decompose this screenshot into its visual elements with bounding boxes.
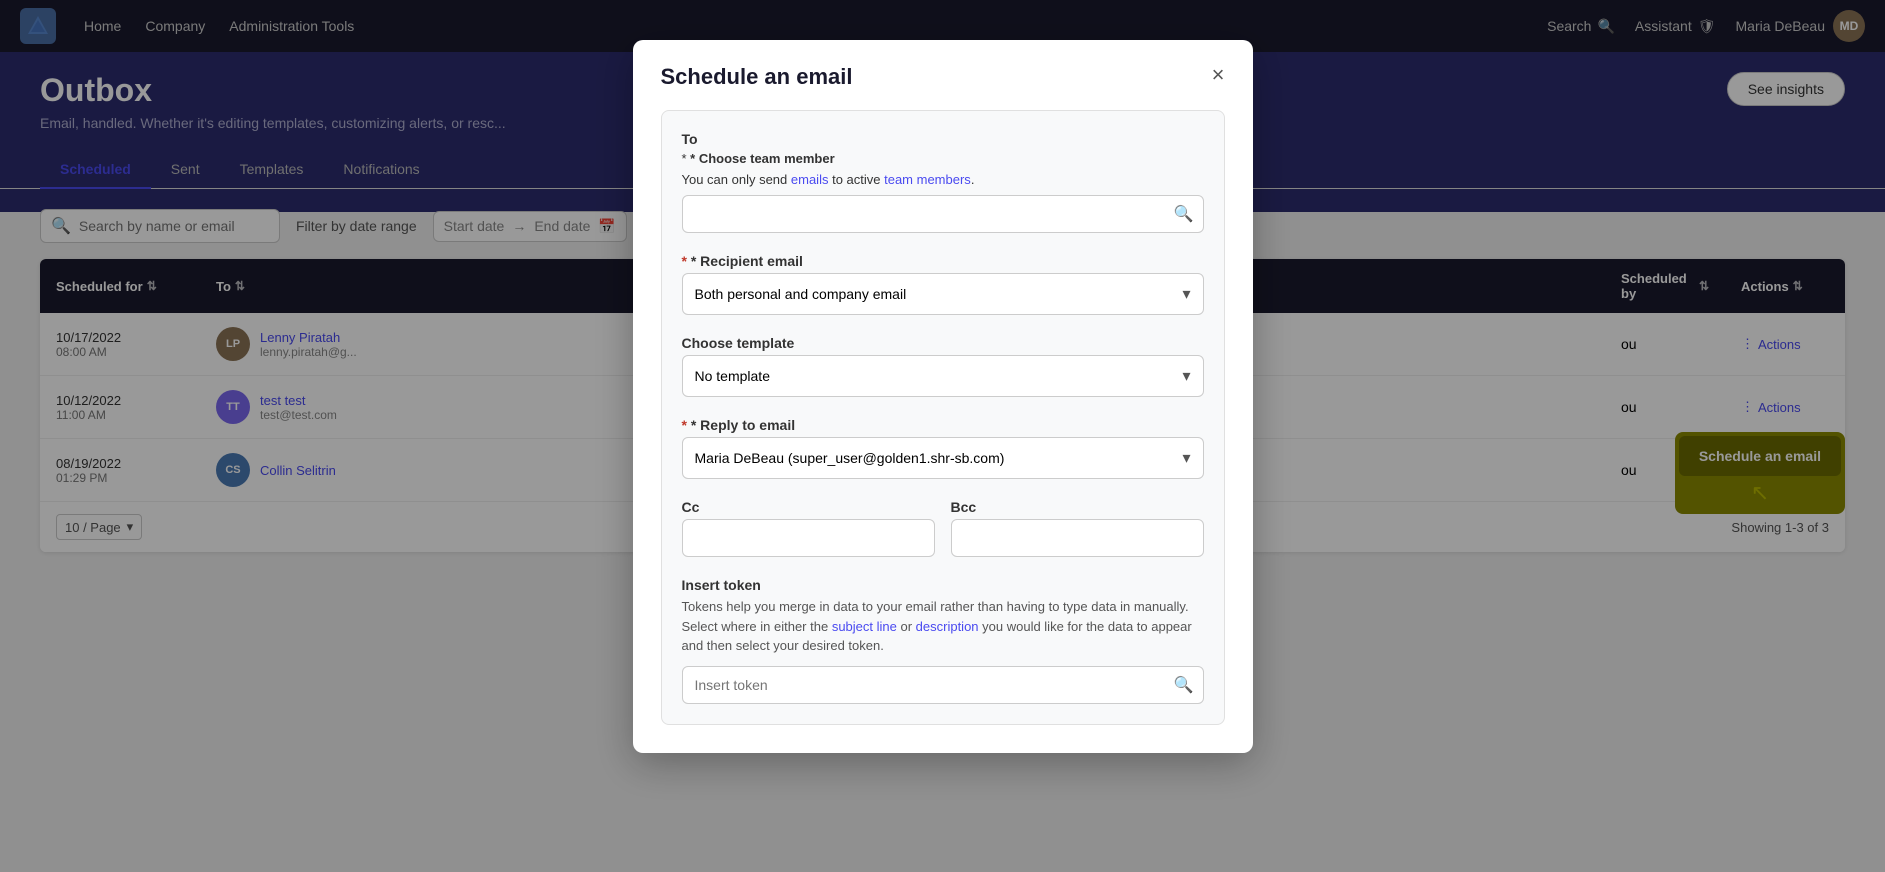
required-marker: * bbox=[682, 417, 691, 433]
chevron-down-icon: ▾ bbox=[1182, 448, 1190, 468]
insert-token-title: Insert token bbox=[682, 577, 1204, 593]
dropdown-row: No template ▾ bbox=[695, 366, 1191, 386]
bcc-input[interactable] bbox=[951, 519, 1204, 557]
dropdown-row: Maria DeBeau (super_user@golden1.shr-sb.… bbox=[695, 448, 1191, 468]
recipient-email-section: * * Recipient email Both personal and co… bbox=[682, 253, 1204, 315]
modal-overlay[interactable]: Schedule an email × To * * Choose team m… bbox=[0, 0, 1885, 872]
modal-body: To * * Choose team member You can only s… bbox=[633, 90, 1253, 753]
insert-token-input-wrapper: 🔍 bbox=[682, 666, 1204, 704]
recipient-email-label: * * Recipient email bbox=[682, 253, 1204, 269]
team-member-input-wrapper: 🔍 bbox=[682, 195, 1204, 233]
template-value: No template bbox=[695, 368, 770, 384]
modal-form-box: To * * Choose team member You can only s… bbox=[661, 110, 1225, 725]
cc-section: Cc bbox=[682, 499, 935, 557]
to-label: To bbox=[682, 131, 1204, 147]
subject-line-link[interactable]: subject line bbox=[832, 619, 897, 634]
chevron-down-icon: ▾ bbox=[1182, 284, 1190, 304]
modal-header: Schedule an email × bbox=[633, 40, 1253, 90]
cc-label: Cc bbox=[682, 499, 935, 515]
team-member-note: You can only send emails to active team … bbox=[682, 172, 1204, 187]
search-icon: 🔍 bbox=[1174, 675, 1194, 695]
bcc-section: Bcc bbox=[951, 499, 1204, 557]
recipient-email-value: Both personal and company email bbox=[695, 286, 907, 302]
team-member-input[interactable] bbox=[682, 195, 1204, 233]
cc-input[interactable] bbox=[682, 519, 935, 557]
required-marker: * bbox=[682, 253, 691, 269]
modal-title: Schedule an email bbox=[661, 64, 853, 90]
schedule-email-modal: Schedule an email × To * * Choose team m… bbox=[633, 40, 1253, 753]
reply-to-label: * * Reply to email bbox=[682, 417, 1204, 433]
reply-to-select[interactable]: Maria DeBeau (super_user@golden1.shr-sb.… bbox=[682, 437, 1204, 479]
reply-to-section: * * Reply to email Maria DeBeau (super_u… bbox=[682, 417, 1204, 479]
insert-token-section: Insert token Tokens help you merge in da… bbox=[682, 577, 1204, 704]
insert-token-input[interactable] bbox=[682, 666, 1204, 704]
modal-close-button[interactable]: × bbox=[1212, 64, 1225, 86]
template-select[interactable]: No template ▾ bbox=[682, 355, 1204, 397]
insert-token-description: Tokens help you merge in data to your em… bbox=[682, 597, 1204, 656]
reply-to-value: Maria DeBeau (super_user@golden1.shr-sb.… bbox=[695, 450, 1005, 466]
description-link[interactable]: description bbox=[916, 619, 979, 634]
emails-link[interactable]: emails bbox=[791, 172, 829, 187]
chevron-down-icon: ▾ bbox=[1182, 366, 1190, 386]
search-icon: 🔍 bbox=[1174, 204, 1194, 224]
choose-team-member-label: * * Choose team member bbox=[682, 151, 1204, 166]
required-marker: * bbox=[682, 151, 691, 166]
to-section: To * * Choose team member You can only s… bbox=[682, 131, 1204, 233]
dropdown-row: Both personal and company email ▾ bbox=[695, 284, 1191, 304]
team-members-link[interactable]: team members bbox=[884, 172, 971, 187]
bcc-label: Bcc bbox=[951, 499, 1204, 515]
template-label: Choose template bbox=[682, 335, 1204, 351]
recipient-email-select[interactable]: Both personal and company email ▾ bbox=[682, 273, 1204, 315]
cc-bcc-row: Cc Bcc bbox=[682, 499, 1204, 557]
template-section: Choose template No template ▾ bbox=[682, 335, 1204, 397]
